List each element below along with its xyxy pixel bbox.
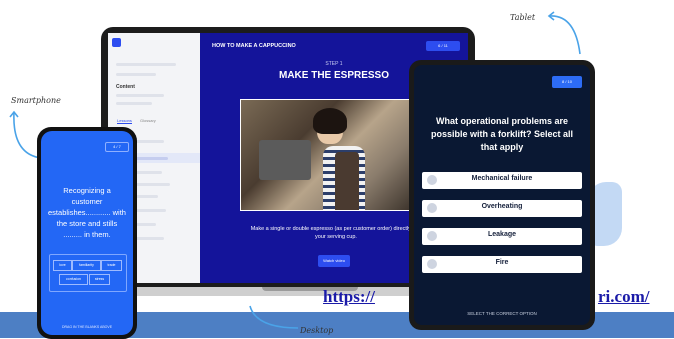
watermark-left: https:// bbox=[323, 287, 375, 306]
tablet-counter: 8 / 10 bbox=[552, 76, 582, 88]
tablet-counter-label: 8 / 10 bbox=[561, 79, 572, 84]
watch-video-button[interactable]: Watch video bbox=[318, 255, 350, 267]
chip-trade[interactable]: trade bbox=[101, 260, 122, 271]
phone-footer: DRAG IN THE BLANKS ABOVE bbox=[61, 325, 113, 329]
tablet-caption: Tablet bbox=[510, 13, 536, 22]
phone-counter: 4 / 7 bbox=[105, 142, 129, 152]
watch-video-label: Watch video bbox=[323, 258, 345, 263]
chip-familiarity[interactable]: familiarity bbox=[72, 260, 101, 271]
option-label: Mechanical failure bbox=[471, 175, 533, 182]
tablet-screen: 8 / 10 What operational problems are pos… bbox=[414, 65, 590, 325]
option-mechanical-failure[interactable]: Mechanical failure bbox=[422, 172, 582, 189]
tablet-arrow-icon bbox=[547, 11, 581, 55]
tab-lessons[interactable]: Lessons bbox=[117, 118, 132, 124]
smartphone-caption: Smartphone bbox=[11, 96, 61, 105]
tablet-footer: SELECT THE CORRECT OPTION bbox=[467, 311, 537, 316]
desktop-counter-label: 6 / 11 bbox=[438, 43, 448, 48]
desktop-body: Make a single or double espresso (as per… bbox=[250, 226, 422, 240]
option-label: Overheating bbox=[481, 203, 523, 210]
chip-stress[interactable]: stress bbox=[89, 274, 110, 285]
sidebar-heading: Content bbox=[116, 84, 135, 90]
barista-photo bbox=[240, 99, 412, 211]
desktop-arrow-icon bbox=[249, 305, 299, 329]
option-leakage[interactable]: Leakage bbox=[422, 228, 582, 245]
app-logo-icon bbox=[112, 38, 121, 47]
watermark-link[interactable]: https:// ri.com/ bbox=[323, 287, 674, 311]
phone-question: Recognizing a customer establishes......… bbox=[48, 186, 126, 239]
watermark-right: ri.com/ bbox=[598, 287, 650, 306]
desktop-title: HOW TO MAKE A CAPPUCCINO bbox=[212, 43, 296, 49]
tablet-question: What operational problems are possible w… bbox=[430, 116, 574, 152]
phone-screen: 4 / 7 Recognizing a customer establishes… bbox=[41, 131, 133, 335]
chip-confusion[interactable]: confusion bbox=[59, 274, 88, 285]
option-label: Leakage bbox=[487, 231, 517, 238]
option-fire[interactable]: Fire bbox=[422, 256, 582, 273]
option-overheating[interactable]: Overheating bbox=[422, 200, 582, 217]
desktop-caption: Desktop bbox=[300, 326, 334, 335]
desktop-counter: 6 / 11 bbox=[426, 41, 460, 51]
phone-counter-label: 4 / 7 bbox=[113, 144, 121, 149]
tab-glossary[interactable]: Glossary bbox=[140, 118, 156, 123]
option-label: Fire bbox=[495, 259, 509, 266]
chip-love[interactable]: love bbox=[53, 260, 72, 271]
